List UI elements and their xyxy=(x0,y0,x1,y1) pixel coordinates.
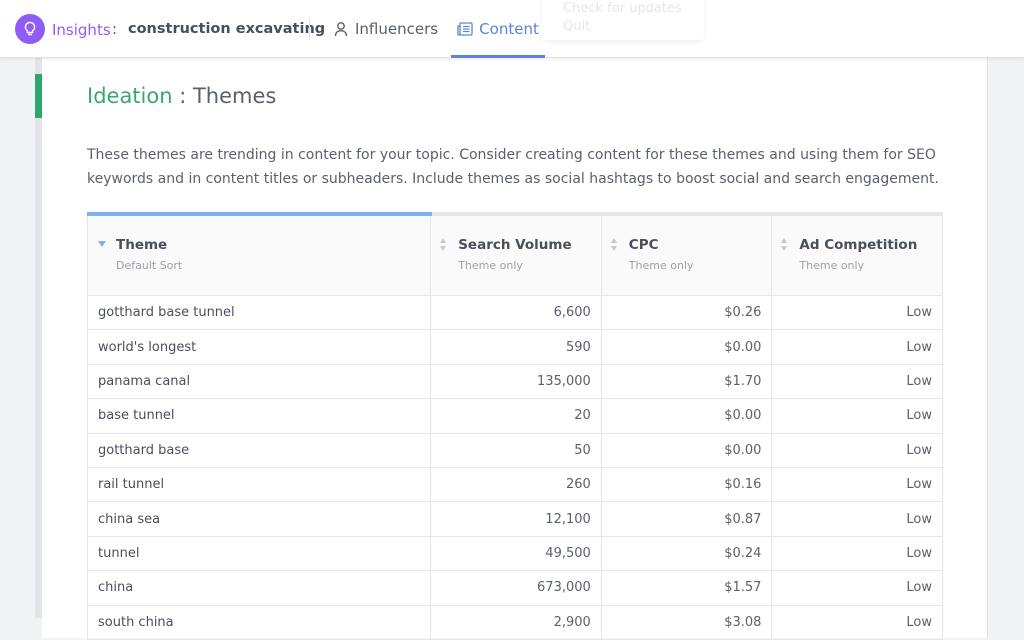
section-description: These themes are trending in content for… xyxy=(87,147,939,187)
sort-icon xyxy=(781,238,789,252)
table-row[interactable]: base tunnel 20 $0.00 Low xyxy=(88,399,942,434)
cell-search-volume: 20 xyxy=(431,399,602,433)
faded-app-menu: Check for updates Quit xyxy=(542,0,704,40)
column-header-sub: Theme only xyxy=(628,259,694,272)
page-background-strip xyxy=(989,58,1024,618)
menu-item-quit[interactable]: Quit xyxy=(563,18,704,36)
cell-search-volume: 673,000 xyxy=(431,571,602,605)
cell-cpc: $1.70 xyxy=(602,364,773,399)
table-loading-bar-fill xyxy=(87,212,432,216)
table-loading-bar xyxy=(87,212,943,216)
cell-ad-competition: Low xyxy=(906,305,933,321)
table-row[interactable]: tunnel 49,500 $0.24 Low xyxy=(88,536,942,572)
column-header-sub: Default Sort xyxy=(116,259,183,272)
breadcrumb-separator: : xyxy=(112,20,118,38)
sort-icon xyxy=(610,238,619,252)
table-row[interactable]: china 673,000 $1.57 Low xyxy=(88,571,942,606)
table-row[interactable]: world's longest 590 $0.00 Low xyxy=(88,330,942,365)
cell-ad-competition: Low xyxy=(906,442,933,458)
cell-cpc: $0.00 xyxy=(602,330,773,364)
section-rail-active-marker xyxy=(35,74,42,118)
topic-title: construction excavating xyxy=(128,21,326,37)
cell-search-volume: 49,500 xyxy=(431,536,602,571)
column-header-cpc[interactable]: CPC Theme only xyxy=(602,216,773,296)
cell-cpc: $0.26 xyxy=(602,296,773,330)
cell-theme: china xyxy=(88,571,432,605)
tab-content[interactable]: Content xyxy=(451,0,545,58)
cell-cpc: $0.24 xyxy=(602,536,773,571)
menu-item-check-updates[interactable]: Check for updates xyxy=(563,0,704,18)
cell-cpc: $0.00 xyxy=(602,433,773,467)
cell-search-volume: 260 xyxy=(431,467,602,502)
table-row[interactable]: gotthard base 50 $0.00 Low xyxy=(88,433,942,468)
column-header-label: CPC xyxy=(628,237,659,253)
cell-theme: world's longest xyxy=(88,330,432,364)
tab-influencers-label: Influencers xyxy=(355,20,439,38)
column-header-ad-competition[interactable]: Ad Competition Theme only xyxy=(772,216,942,296)
cell-theme: tunnel xyxy=(88,536,432,571)
cell-theme: south china xyxy=(88,605,432,639)
column-header-label: Search Volume xyxy=(458,237,572,253)
cell-cpc: $3.08 xyxy=(602,605,773,639)
cell-search-volume: 135,000 xyxy=(431,364,602,399)
top-nav-bar: Insights : construction excavating Influ… xyxy=(0,0,1024,58)
table-row[interactable]: gotthard base tunnel 6,600 $0.26 Low xyxy=(88,296,942,331)
column-header-label: Ad Competition xyxy=(799,237,918,253)
cell-cpc: $1.57 xyxy=(602,571,773,605)
page-title: Ideation : Themes xyxy=(87,84,276,108)
app-name-link[interactable]: Insights xyxy=(52,21,111,39)
cell-cpc: $0.16 xyxy=(602,467,773,502)
cell-ad-competition: Low xyxy=(906,614,933,630)
themes-table: Theme Default Sort Search Volume Theme o… xyxy=(87,212,943,640)
table-row[interactable]: south china 2,900 $3.08 Low xyxy=(88,605,942,640)
cell-theme: china sea xyxy=(88,502,432,536)
cell-cpc: $0.00 xyxy=(602,399,773,433)
tab-influencers[interactable]: Influencers xyxy=(333,0,438,58)
column-header-theme[interactable]: Theme Default Sort xyxy=(88,216,432,296)
column-header-sub: Theme only xyxy=(799,259,865,272)
column-header-label: Theme xyxy=(116,237,168,253)
cell-ad-competition: Low xyxy=(906,339,933,355)
column-header-sub: Theme only xyxy=(458,259,523,272)
cell-theme: gotthard base xyxy=(88,433,432,467)
cell-ad-competition: Low xyxy=(906,511,933,527)
table-row[interactable]: panama canal 135,000 $1.70 Low xyxy=(88,364,942,400)
cell-theme: gotthard base tunnel xyxy=(88,296,432,330)
lightbulb-icon[interactable] xyxy=(15,14,45,44)
article-icon xyxy=(457,22,473,36)
table-row[interactable]: china sea 12,100 $0.87 Low xyxy=(88,502,942,537)
title-separator: : xyxy=(172,84,193,108)
cell-theme: rail tunnel xyxy=(88,467,432,502)
cell-ad-competition: Low xyxy=(906,373,933,389)
table-row[interactable]: rail tunnel 260 $0.16 Low xyxy=(88,467,942,503)
sort-icon xyxy=(440,238,448,252)
cell-cpc: $0.87 xyxy=(602,502,773,536)
cell-search-volume: 12,100 xyxy=(431,502,602,536)
nav-divider xyxy=(309,18,310,40)
section-rail xyxy=(35,58,42,618)
person-icon xyxy=(334,22,348,37)
sort-desc-icon xyxy=(98,241,106,247)
cell-search-volume: 50 xyxy=(431,433,602,467)
table-body: gotthard base tunnel 6,600 $0.26 Low world's… xyxy=(88,296,942,640)
cell-search-volume: 6,600 xyxy=(431,296,602,330)
table-header: Theme Default Sort Search Volume Theme o… xyxy=(88,216,942,296)
cell-theme: base tunnel xyxy=(88,399,432,433)
cell-ad-competition: Low xyxy=(906,545,933,561)
cell-search-volume: 2,900 xyxy=(431,605,602,639)
column-header-search-volume[interactable]: Search Volume Theme only xyxy=(431,216,602,296)
cell-ad-competition: Low xyxy=(906,477,933,493)
cell-ad-competition: Low xyxy=(906,408,933,424)
title-main: Themes xyxy=(192,84,277,108)
title-prefix: Ideation xyxy=(87,84,173,108)
cell-theme: panama canal xyxy=(88,364,432,399)
active-tab-indicator xyxy=(451,55,545,58)
tab-content-label: Content xyxy=(479,20,539,38)
cell-search-volume: 590 xyxy=(431,330,602,364)
cell-ad-competition: Low xyxy=(906,580,933,596)
